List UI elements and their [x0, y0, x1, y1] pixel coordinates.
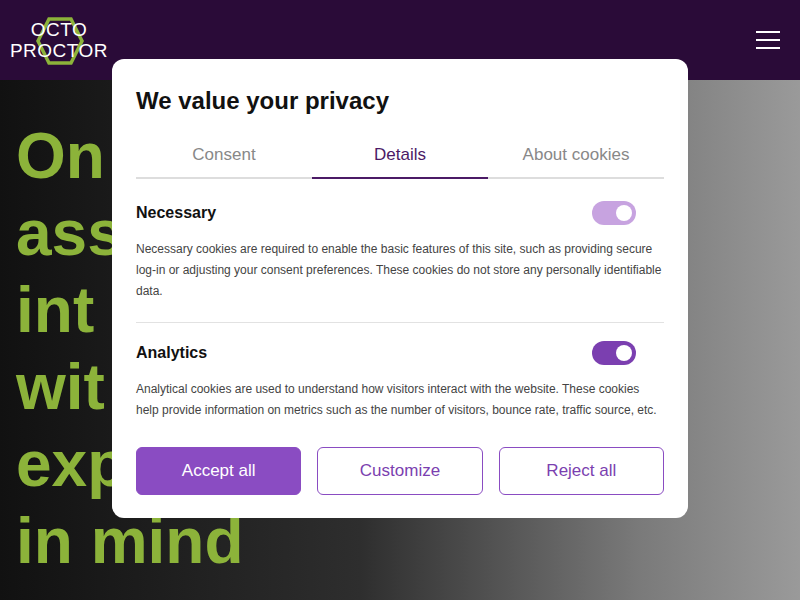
cookie-category: Necessary Necessary cookies are required …: [136, 179, 664, 323]
tab[interactable]: Consent: [136, 139, 312, 179]
dialog-button[interactable]: Reject all: [499, 447, 664, 495]
category-toggle: [592, 201, 636, 225]
tab-bar: ConsentDetailsAbout cookies: [136, 139, 664, 179]
button-row: Accept all Customize Reject all: [136, 447, 664, 495]
hamburger-menu-icon[interactable]: [756, 31, 780, 49]
tab[interactable]: About cookies: [488, 139, 664, 179]
dialog-button[interactable]: Accept all: [136, 447, 301, 495]
category-name: Analytics: [136, 344, 207, 362]
category-toggle[interactable]: [592, 341, 636, 365]
toggle-knob: [616, 345, 632, 361]
logo-text: OCTO: [31, 19, 88, 40]
category-description: Necessary cookies are required to enable…: [136, 239, 664, 302]
toggle-knob: [616, 205, 632, 221]
tab[interactable]: Details: [312, 139, 488, 179]
logo[interactable]: OCTOPROCTOR: [16, 19, 102, 61]
category-description: Analytical cookies are used to understan…: [136, 379, 664, 421]
cookie-category: Analytics Analytical cookies are used to …: [136, 323, 664, 441]
dialog-button[interactable]: Customize: [317, 447, 482, 495]
logo-text: PROCTOR: [10, 40, 108, 61]
category-name: Necessary: [136, 204, 216, 222]
dialog-title: We value your privacy: [136, 87, 664, 115]
cookie-dialog: We value your privacy ConsentDetailsAbout…: [112, 59, 688, 518]
page: OCTOPROCTOROnassintwitexpin mindWe value…: [0, 0, 800, 600]
